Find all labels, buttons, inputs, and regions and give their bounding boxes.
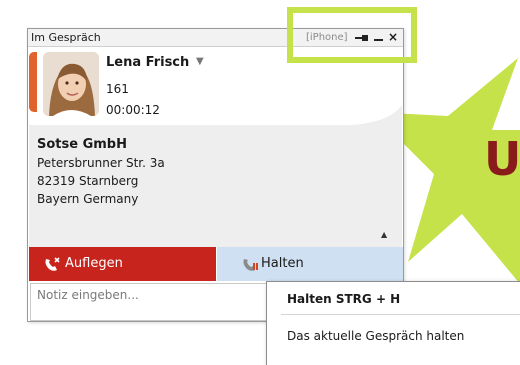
background-partial-text: U	[484, 132, 520, 186]
phone-hangup-icon	[43, 255, 61, 277]
company-street: Petersbrunner Str. 3a	[37, 156, 165, 170]
card-curve	[29, 105, 402, 129]
contact-name: Lena Frisch	[106, 55, 190, 70]
call-status-strip	[29, 52, 37, 112]
highlight-frame	[287, 7, 417, 63]
company-details: Sotse GmbH Petersbrunner Str. 3a 82319 S…	[29, 105, 402, 247]
company-city: 82319 Starnberg	[37, 174, 139, 188]
chevron-down-icon[interactable]: ▼	[196, 56, 204, 67]
tooltip-title: Halten STRG + H	[287, 292, 401, 306]
window-title: Im Gespräch	[31, 31, 101, 44]
hangup-label: Auflegen	[65, 256, 123, 271]
contact-extension: 161	[106, 82, 129, 96]
company-region: Bayern Germany	[37, 192, 139, 206]
hold-button[interactable]: Halten	[217, 247, 403, 281]
tooltip-divider	[281, 314, 520, 315]
hold-tooltip: Halten STRG + H Das aktuelle Gespräch ha…	[266, 281, 520, 365]
scroll-up-icon[interactable]: ▲	[381, 230, 387, 239]
hold-label: Halten	[261, 256, 304, 271]
phone-hold-icon	[241, 255, 259, 277]
tooltip-description: Das aktuelle Gespräch halten	[287, 329, 465, 343]
call-window: Im Gespräch [iPhone] × Lena Frisch ▼ 161…	[27, 28, 404, 322]
hangup-button[interactable]: Auflegen	[29, 247, 216, 281]
company-name: Sotse GmbH	[37, 137, 127, 152]
